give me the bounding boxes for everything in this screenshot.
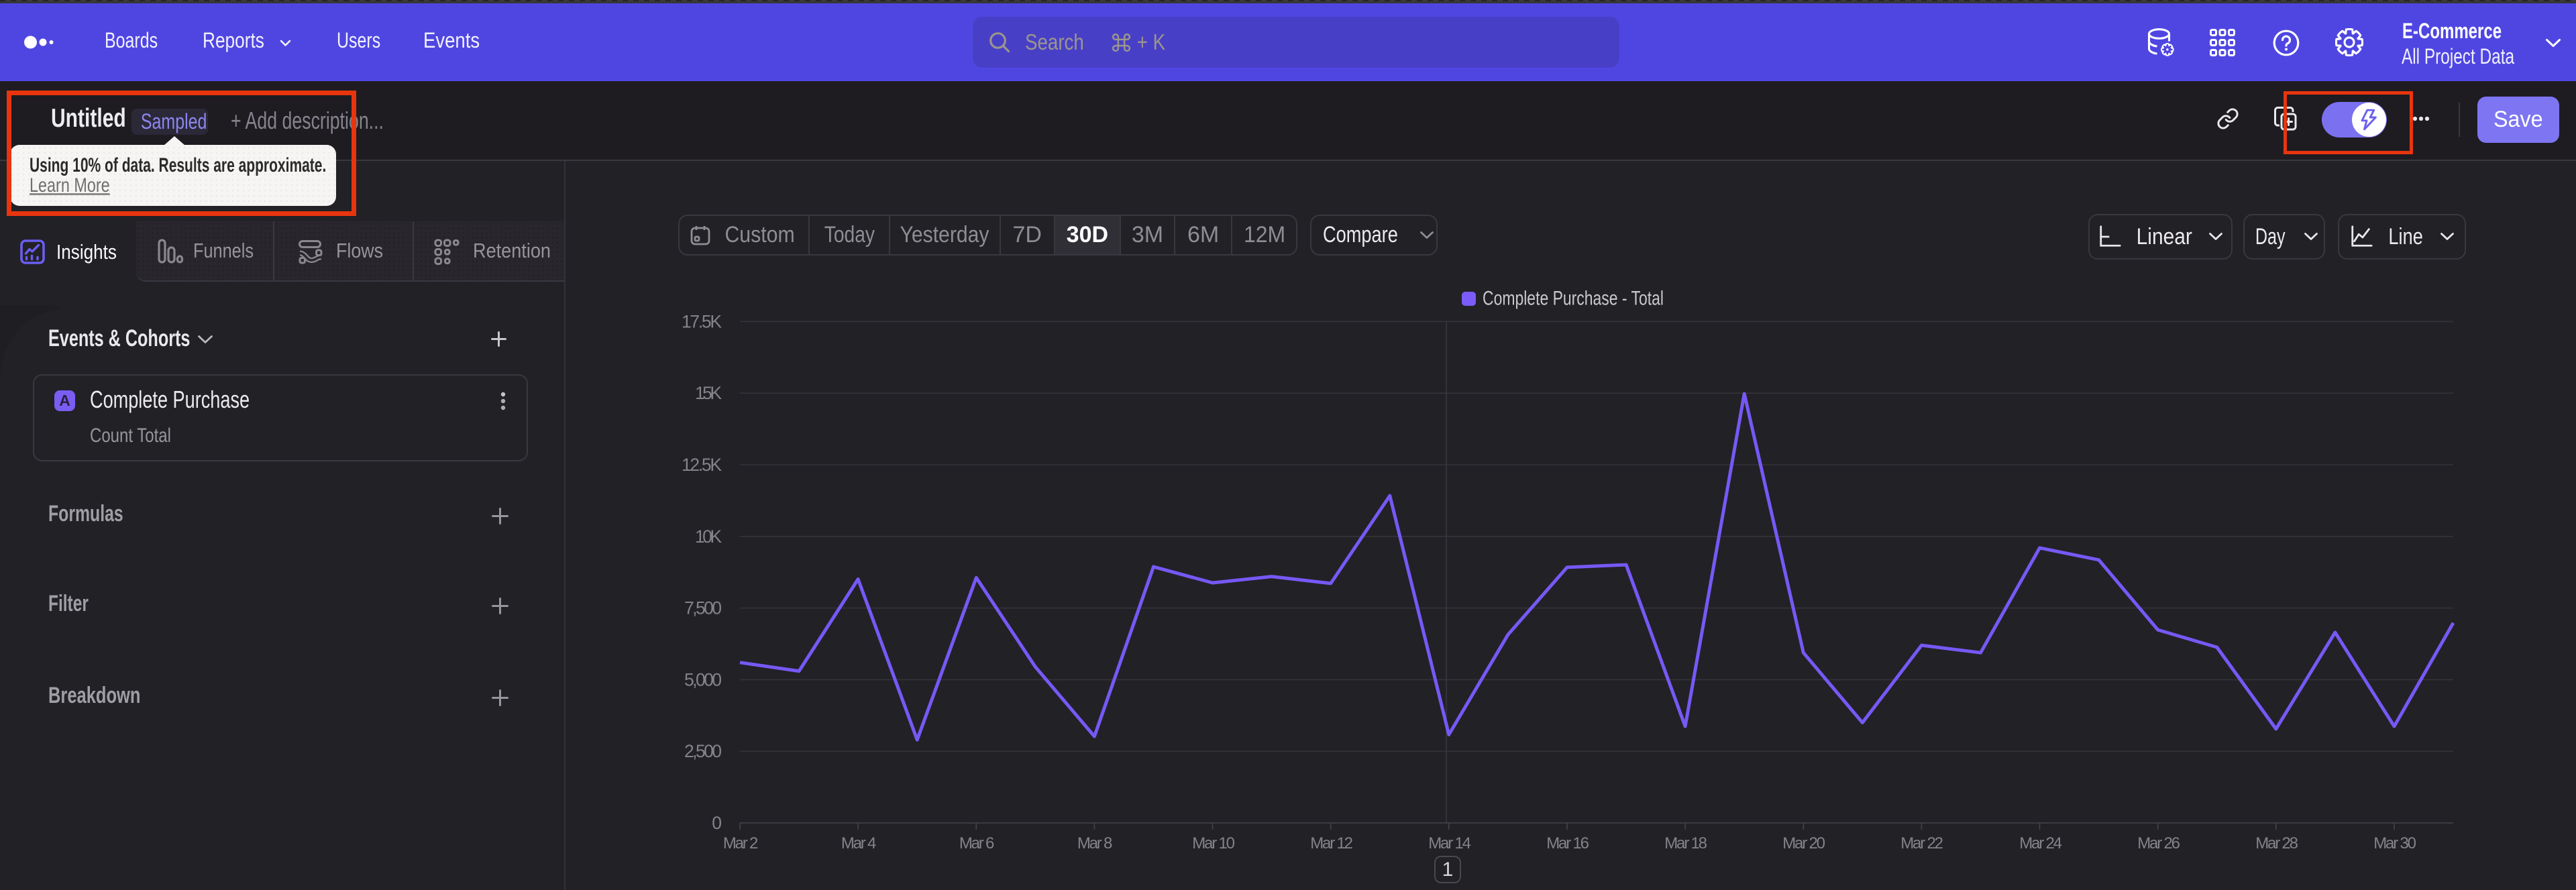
svg-text:Mar 26: Mar 26 <box>2137 834 2180 852</box>
svg-text:Mar 12: Mar 12 <box>1310 834 1352 852</box>
svg-text:17.5K: 17.5K <box>682 311 722 331</box>
svg-text:10K: 10K <box>695 526 722 547</box>
svg-text:5,000: 5,000 <box>684 669 722 689</box>
svg-text:Mar 4: Mar 4 <box>841 834 876 852</box>
svg-text:Mar 8: Mar 8 <box>1077 834 1112 852</box>
svg-text:7,500: 7,500 <box>684 598 722 618</box>
svg-text:Mar 24: Mar 24 <box>2019 834 2061 852</box>
svg-text:2,500: 2,500 <box>684 741 722 761</box>
svg-text:0: 0 <box>712 813 722 833</box>
svg-text:Mar 16: Mar 16 <box>1546 834 1589 852</box>
svg-text:Mar 14: Mar 14 <box>1428 834 1470 852</box>
svg-text:15K: 15K <box>695 383 722 403</box>
svg-text:Mar 22: Mar 22 <box>1900 834 1943 852</box>
svg-text:Mar 18: Mar 18 <box>1664 834 1707 852</box>
svg-text:Mar 2: Mar 2 <box>723 834 758 852</box>
svg-text:Mar 30: Mar 30 <box>2373 834 2416 852</box>
svg-text:Mar 10: Mar 10 <box>1192 834 1234 852</box>
svg-text:Mar 28: Mar 28 <box>2255 834 2298 852</box>
svg-text:Mar 20: Mar 20 <box>1782 834 1825 852</box>
svg-text:Mar 6: Mar 6 <box>959 834 994 852</box>
svg-text:12.5K: 12.5K <box>682 455 722 475</box>
